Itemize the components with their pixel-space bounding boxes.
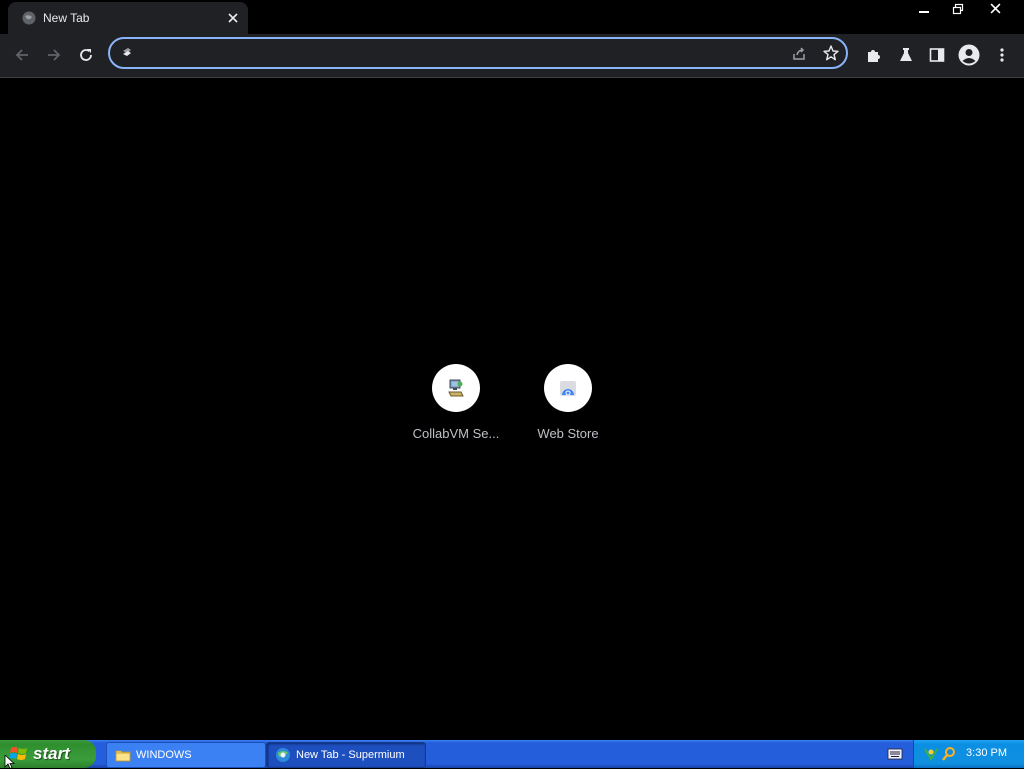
back-button[interactable] — [8, 41, 36, 69]
forward-arrow-icon — [48, 49, 61, 61]
taskbar: start WINDOWS New Tab - Supermium 3:30 P… — [0, 740, 1024, 768]
mouse-cursor-icon — [4, 755, 16, 769]
keyboard-icon[interactable] — [887, 747, 903, 761]
shortcut-label: Web Store — [537, 426, 599, 441]
network-icon[interactable] — [923, 746, 939, 762]
forward-button[interactable] — [40, 41, 68, 69]
new-tab-page: CollabVM Se... Web Store — [0, 78, 1024, 740]
start-label: start — [33, 744, 70, 763]
shortcut-icon-container — [544, 364, 592, 412]
bookmark-star-icon[interactable] — [822, 44, 840, 62]
shortcut-web-store[interactable]: Web Store — [518, 364, 618, 454]
address-bar[interactable] — [108, 37, 848, 69]
shortcut-icon-container — [432, 364, 480, 412]
labs-button[interactable] — [892, 41, 920, 69]
reload-icon — [80, 49, 92, 61]
site-info-icon — [123, 48, 131, 56]
taskbar-item-label: New Tab - Supermium — [296, 749, 405, 761]
profile-button[interactable] — [955, 41, 983, 69]
window-controls — [912, 0, 1024, 20]
computer-icon — [448, 379, 464, 397]
taskbar-item-windows[interactable]: WINDOWS — [106, 742, 266, 768]
shortcut-collabvm[interactable]: CollabVM Se... — [406, 364, 506, 454]
address-input[interactable] — [142, 43, 786, 65]
tab-new-tab[interactable]: New Tab — [8, 2, 248, 34]
shortcut-label: CollabVM Se... — [412, 426, 500, 441]
back-arrow-icon — [15, 49, 28, 61]
flask-icon — [900, 48, 912, 61]
menu-button[interactable] — [988, 41, 1016, 69]
share-icon[interactable] — [790, 45, 808, 63]
close-icon — [990, 3, 1000, 14]
clock: 3:30 PM — [966, 747, 1007, 759]
browser-toolbar — [0, 34, 1024, 78]
puzzle-icon — [868, 50, 880, 62]
extensions-button[interactable] — [860, 41, 888, 69]
folder-icon — [115, 750, 131, 762]
avatar-icon — [958, 44, 980, 66]
minimize-icon — [919, 10, 929, 13]
tab-title: New Tab — [43, 11, 90, 25]
kebab-menu-icon — [1000, 48, 1004, 62]
system-tray: 3:30 PM — [913, 740, 1024, 768]
search-icon[interactable] — [941, 746, 957, 762]
restore-button[interactable] — [946, 0, 970, 17]
browser-icon — [276, 748, 290, 762]
side-panel-button[interactable] — [923, 41, 951, 69]
restore-icon — [952, 3, 964, 14]
close-icon — [228, 13, 238, 23]
tab-strip: New Tab — [0, 0, 1024, 34]
web-store-icon — [560, 381, 576, 396]
reload-button[interactable] — [72, 41, 100, 69]
tab-close-button[interactable] — [224, 9, 242, 27]
taskbar-item-label: WINDOWS — [136, 749, 192, 761]
window-close-button[interactable] — [980, 0, 1010, 17]
minimize-button[interactable] — [912, 0, 936, 17]
globe-icon — [22, 11, 36, 25]
taskbar-item-new-tab[interactable]: New Tab - Supermium — [266, 742, 426, 768]
side-panel-icon — [929, 48, 945, 62]
